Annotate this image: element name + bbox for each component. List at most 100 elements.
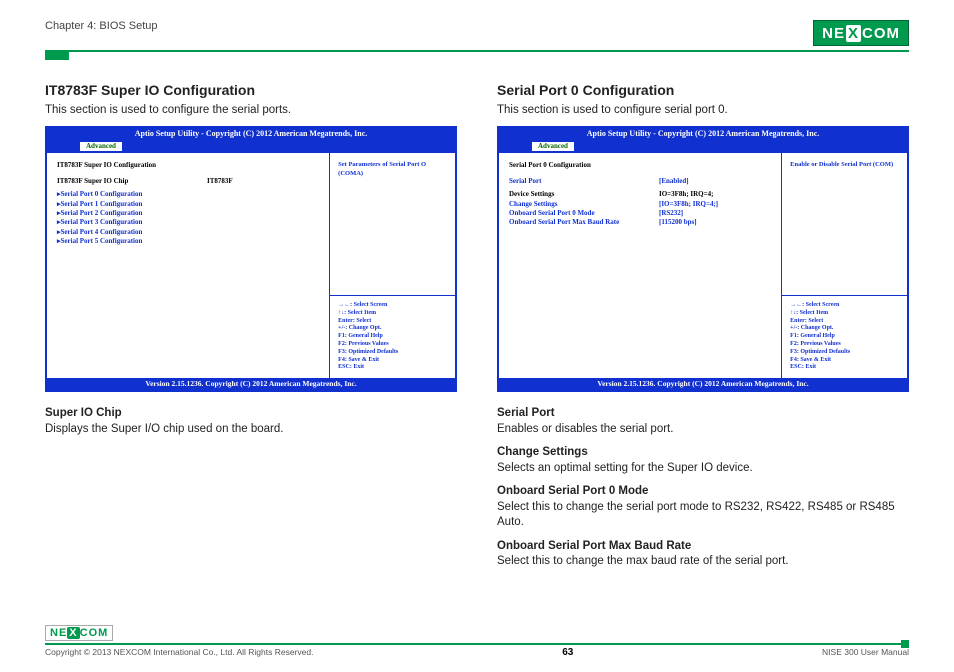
manual-name: NISE 300 User Manual: [822, 647, 909, 658]
bios-row-label: Serial Port 0 Configuration: [61, 190, 211, 199]
bios-main: Serial Port 0 Configuration Serial Port[E…: [499, 153, 782, 378]
bios-row: Serial Port[Enabled]: [509, 177, 771, 186]
bios-help: Set Parameters of Serial Port O (COMA): [330, 153, 455, 296]
bios-title: Aptio Setup Utility - Copyright (C) 2012…: [499, 128, 907, 141]
desc-item: Onboard Serial Port 0 ModeSelect this to…: [497, 484, 909, 531]
bios-row[interactable]: Serial Port 5 Configuration: [57, 237, 319, 246]
bios-row: Device SettingsIO=3F8h; IRQ=4;: [509, 190, 771, 199]
bios-row-value: [115200 bps]: [659, 218, 697, 227]
bios-key-hint: Enter: Select: [338, 318, 447, 326]
bios-key-hint: F4: Save & Exit: [790, 357, 899, 365]
bios-key-hint: →←: Select Screen: [338, 302, 447, 310]
bios-footer: Version 2.15.1236. Copyright (C) 2012 Am…: [47, 378, 455, 390]
section-title: Serial Port 0 Configuration: [497, 82, 909, 98]
bios-key-hint: F1: General Help: [790, 333, 899, 341]
left-column: IT8783F Super IO Configuration This sect…: [45, 82, 457, 578]
bios-key-hint: F4: Save & Exit: [338, 357, 447, 365]
bios-menubar: Advanced: [47, 141, 455, 153]
bios-keyhelp: →←: Select Screen↑↓: Select ItemEnter: S…: [782, 296, 907, 378]
bios-row-label: Serial Port 1 Configuration: [61, 200, 211, 209]
copyright: Copyright © 2013 NEXCOM International Co…: [45, 647, 313, 658]
bios-footer: Version 2.15.1236. Copyright (C) 2012 Am…: [499, 378, 907, 390]
bios-row[interactable]: Serial Port 3 Configuration: [57, 218, 319, 227]
bios-title: Aptio Setup Utility - Copyright (C) 2012…: [47, 128, 455, 141]
bios-row[interactable]: Serial Port 1 Configuration: [57, 200, 319, 209]
desc-text: Select this to change the max baud rate …: [497, 555, 789, 567]
bios-row-label: Serial Port: [509, 177, 659, 186]
bios-row[interactable]: Serial Port 0 Configuration: [57, 190, 319, 199]
bios-key-hint: +/-: Change Opt.: [338, 325, 447, 333]
bios-menubar: Advanced: [499, 141, 907, 153]
desc-text: Enables or disables the serial port.: [497, 423, 673, 435]
bios-key-hint: F1: General Help: [338, 333, 447, 341]
bios-key-hint: ↑↓: Select Item: [790, 310, 899, 318]
bios-key-hint: →←: Select Screen: [790, 302, 899, 310]
bios-row-label: IT8783F Super IO Configuration: [57, 161, 207, 170]
bios-key-hint: ↑↓: Select Item: [338, 310, 447, 318]
page-number: 63: [562, 647, 573, 658]
desc-heading: Change Settings: [497, 445, 909, 461]
logo: NEXCOM: [813, 20, 909, 46]
desc-heading: Serial Port: [497, 406, 909, 422]
desc-item: Onboard Serial Port Max Baud RateSelect …: [497, 539, 909, 570]
header-rule: [45, 50, 909, 52]
bios-row-label: Serial Port 0 Configuration: [509, 161, 659, 170]
desc-text: Selects an optimal setting for the Super…: [497, 462, 753, 474]
bios-row-value: [IO=3F8h; IRQ=4;]: [659, 200, 718, 209]
bios-row-label: Serial Port 4 Configuration: [61, 228, 211, 237]
desc-text: Select this to change the serial port mo…: [497, 501, 895, 529]
bios-row-value: [RS232]: [659, 209, 683, 218]
desc-item: Super IO ChipDisplays the Super I/O chip…: [45, 406, 457, 437]
bios-key-hint: ESC: Exit: [790, 364, 899, 372]
bios-row-label: Serial Port 3 Configuration: [61, 218, 211, 227]
bios-row-label: Serial Port 2 Configuration: [61, 209, 211, 218]
bios-key-hint: F2: Previous Values: [790, 341, 899, 349]
desc-heading: Super IO Chip: [45, 406, 457, 422]
bios-row[interactable]: Serial Port 2 Configuration: [57, 209, 319, 218]
tab-mark: [45, 52, 69, 60]
bios-panel-left: Aptio Setup Utility - Copyright (C) 2012…: [45, 126, 457, 392]
bios-keyhelp: →←: Select Screen↑↓: Select ItemEnter: S…: [330, 296, 455, 378]
desc-heading: Onboard Serial Port Max Baud Rate: [497, 539, 909, 555]
bios-panel-right: Aptio Setup Utility - Copyright (C) 2012…: [497, 126, 909, 392]
bios-row: Onboard Serial Port Max Baud Rate[115200…: [509, 218, 771, 227]
bios-row-label: IT8783F Super IO Chip: [57, 177, 207, 186]
bios-row: Change Settings[IO=3F8h; IRQ=4;]: [509, 200, 771, 209]
bios-key-hint: F3: Optimized Defaults: [338, 349, 447, 357]
bios-tab-advanced[interactable]: Advanced: [531, 141, 575, 152]
section-title: IT8783F Super IO Configuration: [45, 82, 457, 98]
bios-row-value: [Enabled]: [659, 177, 689, 186]
bios-row: Onboard Serial Port 0 Mode[RS232]: [509, 209, 771, 218]
bios-row: IT8783F Super IO ChipIT8783F: [57, 177, 319, 186]
bios-row-label: Onboard Serial Port 0 Mode: [509, 209, 659, 218]
section-subtitle: This section is used to configure serial…: [497, 104, 909, 116]
footer-rule: [45, 643, 909, 645]
bios-row-value: IO=3F8h; IRQ=4;: [659, 190, 713, 199]
descriptions: Serial PortEnables or disables the seria…: [497, 406, 909, 570]
bios-key-hint: F3: Optimized Defaults: [790, 349, 899, 357]
chapter-label: Chapter 4: BIOS Setup: [45, 20, 158, 32]
bios-help: Enable or Disable Serial Port (COM): [782, 153, 907, 296]
bios-row: Serial Port 0 Configuration: [509, 161, 771, 170]
bios-row[interactable]: Serial Port 4 Configuration: [57, 228, 319, 237]
bios-row: IT8783F Super IO Configuration: [57, 161, 319, 170]
bios-main: IT8783F Super IO Configuration IT8783F Su…: [47, 153, 330, 378]
section-subtitle: This section is used to configure the se…: [45, 104, 457, 116]
bios-row-label: Change Settings: [509, 200, 659, 209]
desc-item: Change SettingsSelects an optimal settin…: [497, 445, 909, 476]
bios-row-value: IT8783F: [207, 177, 233, 186]
desc-text: Displays the Super I/O chip used on the …: [45, 423, 283, 435]
right-column: Serial Port 0 Configuration This section…: [497, 82, 909, 578]
desc-item: Serial PortEnables or disables the seria…: [497, 406, 909, 437]
bios-key-hint: Enter: Select: [790, 318, 899, 326]
desc-heading: Onboard Serial Port 0 Mode: [497, 484, 909, 500]
bios-row-label: Onboard Serial Port Max Baud Rate: [509, 218, 659, 227]
bios-key-hint: +/-: Change Opt.: [790, 325, 899, 333]
bios-row-label: Serial Port 5 Configuration: [61, 237, 211, 246]
footer-logo: NEXCOM: [45, 625, 113, 641]
bios-key-hint: ESC: Exit: [338, 364, 447, 372]
bios-key-hint: F2: Previous Values: [338, 341, 447, 349]
bios-tab-advanced[interactable]: Advanced: [79, 141, 123, 152]
page-footer: NEXCOM Copyright © 2013 NEXCOM Internati…: [45, 623, 909, 658]
descriptions: Super IO ChipDisplays the Super I/O chip…: [45, 406, 457, 437]
